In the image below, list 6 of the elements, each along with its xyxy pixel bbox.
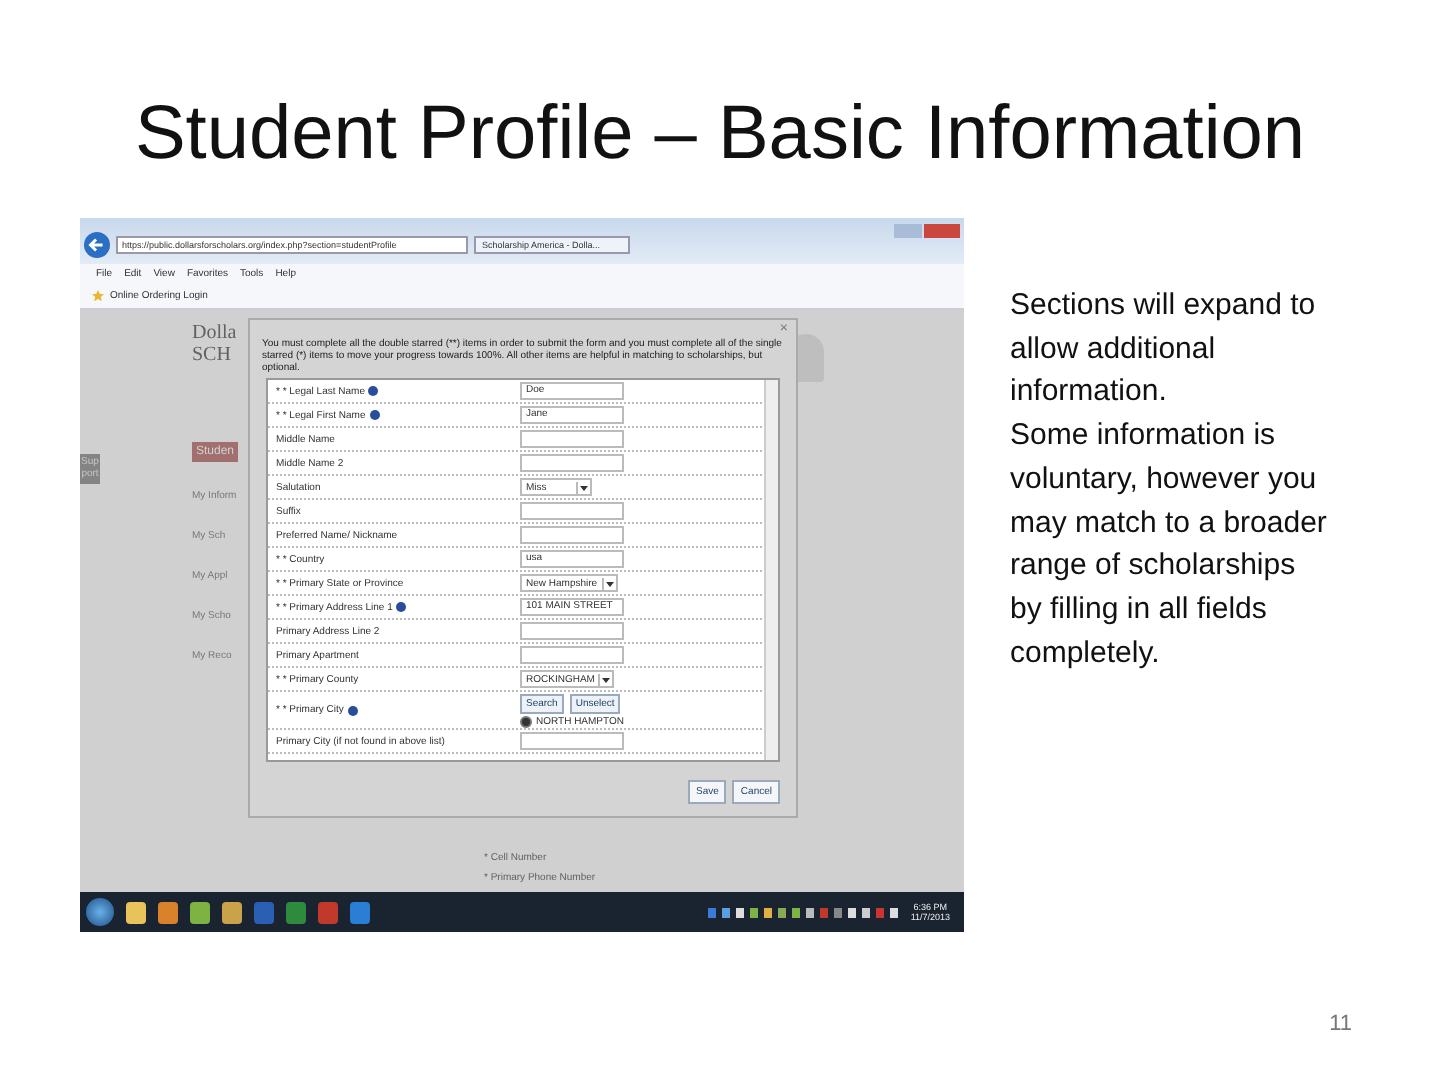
logo-text: Dolla: [192, 322, 237, 344]
body-text: Some information is voluntary, however you may match to a broader range of scholarships by filling in all fields completely.: [1010, 416, 1329, 674]
page-number: 11: [1329, 1012, 1352, 1036]
logo-text: SCH: [192, 344, 231, 366]
body-text: Sections will expand to allow additional information.: [1010, 286, 1318, 413]
slide-title: Student Profile – Basic Information: [132, 90, 1308, 180]
